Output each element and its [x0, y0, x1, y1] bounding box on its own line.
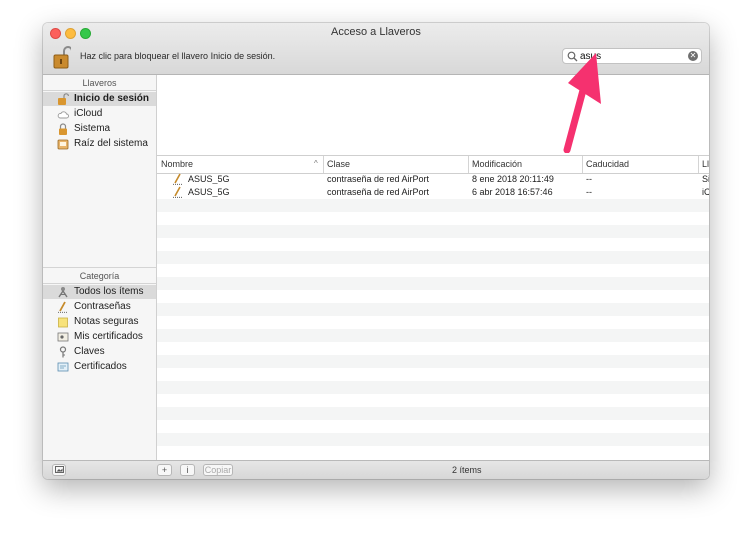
empty-row	[157, 290, 709, 303]
empty-row	[157, 446, 709, 459]
empty-row	[157, 433, 709, 446]
show-keychains-button[interactable]	[52, 464, 66, 476]
category-header: Categoría	[79, 271, 120, 281]
empty-row	[157, 212, 709, 225]
table-row[interactable]: ASUS_5G contraseña de red AirPort 8 ene …	[157, 173, 709, 186]
sidebar-item-todos-los-items[interactable]: Todos los ítems	[43, 285, 156, 299]
column-separator[interactable]	[468, 156, 469, 173]
clear-search-icon[interactable]: ✕	[688, 51, 698, 61]
cell-keychain: Si	[702, 174, 709, 184]
table-header: Nombre ^ Clase Modificación Caducidad Ll	[157, 155, 709, 174]
cell-expires: --	[586, 174, 592, 184]
sidebar-item-label: Sistema	[74, 123, 111, 134]
empty-row	[157, 199, 709, 212]
cell-class: contraseña de red AirPort	[327, 174, 430, 184]
sidebar-item-raiz-del-sistema[interactable]: Raíz del sistema	[43, 137, 156, 151]
column-separator[interactable]	[698, 156, 699, 173]
sidebar-item-mis-certificados[interactable]: Mis certificados	[43, 330, 156, 344]
search-input[interactable]: asus	[580, 51, 601, 62]
sidebar-item-label: Claves	[74, 346, 105, 357]
empty-row	[157, 225, 709, 238]
sidebar-item-label: Raíz del sistema	[74, 138, 148, 149]
my-certificates-icon	[57, 332, 69, 342]
sidebar-toggle-icon	[54, 466, 64, 473]
keychain-access-window: Acceso a Llaveros Haz clic para bloquear…	[43, 23, 709, 479]
cloud-icon	[57, 111, 69, 119]
cell-modified: 8 ene 2018 20:11:49	[472, 174, 554, 184]
empty-row	[157, 355, 709, 368]
unlocked-padlock-icon[interactable]	[53, 45, 71, 69]
sidebar-item-label: Certificados	[74, 361, 127, 372]
keychains-header: Llaveros	[82, 78, 117, 88]
sidebar-item-contrasenas[interactable]: Contraseñas	[43, 300, 156, 314]
column-header-llavero[interactable]: Ll	[702, 159, 709, 169]
unlocked-padlock-icon	[58, 93, 69, 105]
add-item-button[interactable]: +	[157, 464, 172, 476]
column-header-caducidad[interactable]: Caducidad	[586, 159, 629, 169]
empty-row	[157, 407, 709, 420]
search-icon	[567, 51, 578, 62]
cell-modified: 6 abr 2018 16:57:46	[472, 187, 553, 197]
empty-row	[157, 316, 709, 329]
empty-row	[157, 342, 709, 355]
password-pen-icon	[58, 301, 68, 313]
empty-row	[157, 394, 709, 407]
empty-row	[157, 420, 709, 433]
sidebar-item-label: Mis certificados	[74, 331, 143, 342]
certificate-icon	[57, 362, 69, 372]
divider	[43, 283, 156, 284]
cell-expires: --	[586, 187, 592, 197]
empty-row	[157, 368, 709, 381]
padlock-icon	[59, 123, 67, 135]
sidebar-item-label: Todos los ítems	[74, 286, 144, 297]
column-header-nombre[interactable]: Nombre	[161, 159, 193, 169]
secure-note-icon	[58, 317, 68, 328]
empty-row	[157, 329, 709, 342]
sidebar-item-sistema[interactable]: Sistema	[43, 122, 156, 136]
items-pane: Nombre ^ Clase Modificación Caducidad Ll…	[157, 75, 709, 460]
divider	[43, 267, 156, 268]
status-bar: + i Copiar 2 ítems	[43, 460, 709, 479]
table-row[interactable]: ASUS_5G contraseña de red AirPort 6 abr …	[157, 186, 709, 199]
cell-name: ASUS_5G	[188, 187, 230, 197]
get-info-button[interactable]: i	[180, 464, 195, 476]
lock-message: Haz clic para bloquear el llavero Inicio…	[80, 51, 276, 61]
all-items-icon	[58, 287, 68, 298]
column-separator[interactable]	[323, 156, 324, 173]
sidebar-item-label: Inicio de sesión	[74, 93, 150, 104]
key-icon	[59, 346, 67, 358]
sidebar-item-icloud[interactable]: iCloud	[43, 107, 156, 121]
empty-row	[157, 251, 709, 264]
window-title: Acceso a Llaveros	[331, 26, 421, 38]
sort-ascending-icon[interactable]: ^	[314, 159, 318, 168]
sidebar-item-label: Contraseñas	[74, 301, 131, 312]
sidebar-item-label: Notas seguras	[74, 316, 139, 327]
empty-row	[157, 238, 709, 251]
password-pen-icon	[173, 186, 182, 198]
search-field[interactable]: asus ✕	[562, 48, 702, 64]
empty-row	[157, 381, 709, 394]
column-separator[interactable]	[582, 156, 583, 173]
divider	[43, 90, 156, 91]
sidebar-item-label: iCloud	[74, 108, 103, 119]
empty-row	[157, 277, 709, 290]
sidebar-item-notas-seguras[interactable]: Notas seguras	[43, 315, 156, 329]
cell-class: contraseña de red AirPort	[327, 187, 430, 197]
cell-keychain: iC	[702, 187, 709, 197]
sidebar-item-inicio-de-sesion[interactable]: Inicio de sesión	[43, 92, 156, 106]
column-header-clase[interactable]: Clase	[327, 159, 350, 169]
empty-row	[157, 264, 709, 277]
column-header-modificacion[interactable]: Modificación	[472, 159, 522, 169]
sidebar-item-certificados[interactable]: Certificados	[43, 360, 156, 374]
empty-row	[157, 303, 709, 316]
system-roots-icon	[57, 139, 69, 150]
sidebar-item-claves[interactable]: Claves	[43, 345, 156, 359]
titlebar: Acceso a Llaveros Haz clic para bloquear…	[43, 23, 709, 75]
cell-name: ASUS_5G	[188, 174, 230, 184]
copy-button[interactable]: Copiar	[203, 464, 233, 476]
password-pen-icon	[173, 173, 182, 185]
item-count: 2 ítems	[452, 465, 482, 475]
sidebar: Llaveros Inicio de sesión iCloud Sistema	[43, 75, 157, 460]
